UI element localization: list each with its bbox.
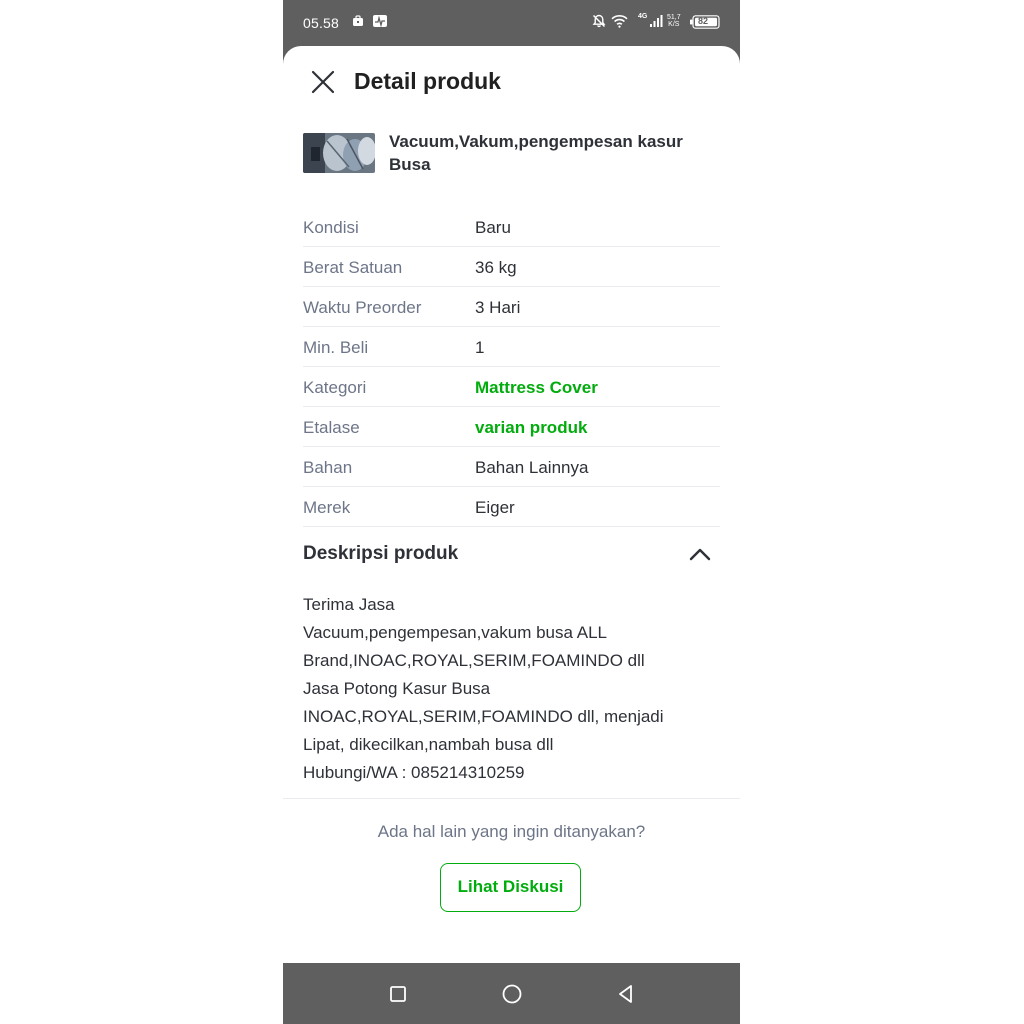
phone-screen: 05.58 4G 51,7 K/S 82 Detail produk Vacuu… bbox=[283, 0, 740, 1024]
signal-icon bbox=[649, 14, 663, 33]
back-triangle-icon bbox=[619, 985, 632, 1003]
product-thumbnail[interactable] bbox=[303, 133, 375, 173]
network-speed: 51,7 K/S bbox=[667, 14, 681, 28]
battery-icon: 82 bbox=[689, 15, 720, 34]
description-title: Deskripsi produk bbox=[303, 543, 459, 564]
spec-row-merek: Merek Eiger bbox=[303, 488, 720, 527]
wifi-icon bbox=[611, 14, 628, 33]
recents-button[interactable] bbox=[385, 981, 411, 1007]
spec-label: Etalase bbox=[303, 418, 360, 437]
spec-value: 3 Hari bbox=[475, 298, 521, 317]
category-link[interactable]: Mattress Cover bbox=[475, 378, 598, 398]
spec-label: Berat Satuan bbox=[303, 258, 403, 277]
spec-label: Kategori bbox=[303, 378, 367, 397]
battery-level: 82 bbox=[698, 16, 709, 26]
view-discussion-button[interactable]: Lihat Diskusi bbox=[440, 863, 581, 912]
spec-row-waktu-preorder: Waktu Preorder 3 Hari bbox=[303, 288, 720, 327]
spec-row-etalase: Etalase varian produk bbox=[303, 408, 720, 447]
spec-row-berat-satuan: Berat Satuan 36 kg bbox=[303, 248, 720, 287]
description-body: Terima Jasa Vacuum,pengempesan,vakum bus… bbox=[303, 591, 723, 787]
network-speed-value: 51,7 bbox=[667, 14, 681, 21]
spec-label: Min. Beli bbox=[303, 338, 369, 357]
spec-value: Baru bbox=[475, 218, 511, 237]
description-line: Vacuum,pengempesan,vakum busa ALL bbox=[303, 623, 607, 642]
spec-row-bahan: Bahan Bahan Lainnya bbox=[303, 448, 720, 487]
network-type: 4G bbox=[638, 13, 648, 20]
spec-label: Bahan bbox=[303, 458, 353, 477]
description-line: Terima Jasa bbox=[303, 595, 395, 614]
status-time: 05.58 bbox=[303, 15, 340, 31]
spec-value: Bahan Lainnya bbox=[475, 458, 589, 477]
description-line: Hubungi/WA : 085214310259 bbox=[303, 763, 525, 782]
spec-row-kondisi: Kondisi Baru bbox=[303, 208, 720, 247]
mute-icon bbox=[592, 14, 606, 33]
question-prompt: Ada hal lain yang ingin ditanyakan? bbox=[377, 822, 646, 841]
description-collapse-button[interactable] bbox=[687, 543, 713, 565]
description-line: Brand,INOAC,ROYAL,SERIM,FOAMINDO dll bbox=[303, 651, 645, 670]
product-name: Vacuum,Vakum,pengempesan kasur Busa bbox=[389, 132, 683, 174]
square-icon bbox=[390, 986, 406, 1002]
close-button[interactable] bbox=[309, 68, 337, 96]
activity-icon bbox=[373, 14, 387, 32]
spec-row-kategori: Kategori Mattress Cover bbox=[303, 368, 720, 407]
spec-value: 1 bbox=[475, 338, 485, 357]
section-divider bbox=[283, 798, 740, 799]
circle-icon bbox=[502, 984, 522, 1004]
navigation-bar bbox=[283, 963, 740, 1024]
home-button[interactable] bbox=[499, 981, 525, 1007]
etalase-link[interactable]: varian produk bbox=[475, 418, 587, 438]
spec-value: Eiger bbox=[475, 498, 515, 517]
close-icon bbox=[311, 70, 335, 94]
description-line: INOAC,ROYAL,SERIM,FOAMINDO dll, menjadi bbox=[303, 707, 664, 726]
page-title: Detail produk bbox=[354, 68, 501, 94]
product-detail-sheet: Detail produk Vacuum,Vakum,pengempesan k… bbox=[283, 46, 740, 963]
spec-label: Merek bbox=[303, 498, 351, 517]
description-line: Jasa Potong Kasur Busa bbox=[303, 679, 491, 698]
spec-table: Kondisi Baru Berat Satuan 36 kg Waktu Pr… bbox=[303, 208, 720, 528]
back-button[interactable] bbox=[613, 981, 639, 1007]
spec-label: Kondisi bbox=[303, 218, 359, 237]
chevron-up-icon bbox=[689, 548, 711, 561]
spec-value: 36 kg bbox=[475, 258, 517, 277]
briefcase-icon bbox=[352, 14, 364, 32]
spec-row-min-beli: Min. Beli 1 bbox=[303, 328, 720, 367]
description-line: Lipat, dikecilkan,nambah busa dll bbox=[303, 735, 554, 754]
status-bar: 05.58 4G 51,7 K/S 82 bbox=[283, 0, 740, 46]
spec-label: Waktu Preorder bbox=[303, 298, 422, 317]
network-speed-unit: K/S bbox=[668, 21, 680, 28]
